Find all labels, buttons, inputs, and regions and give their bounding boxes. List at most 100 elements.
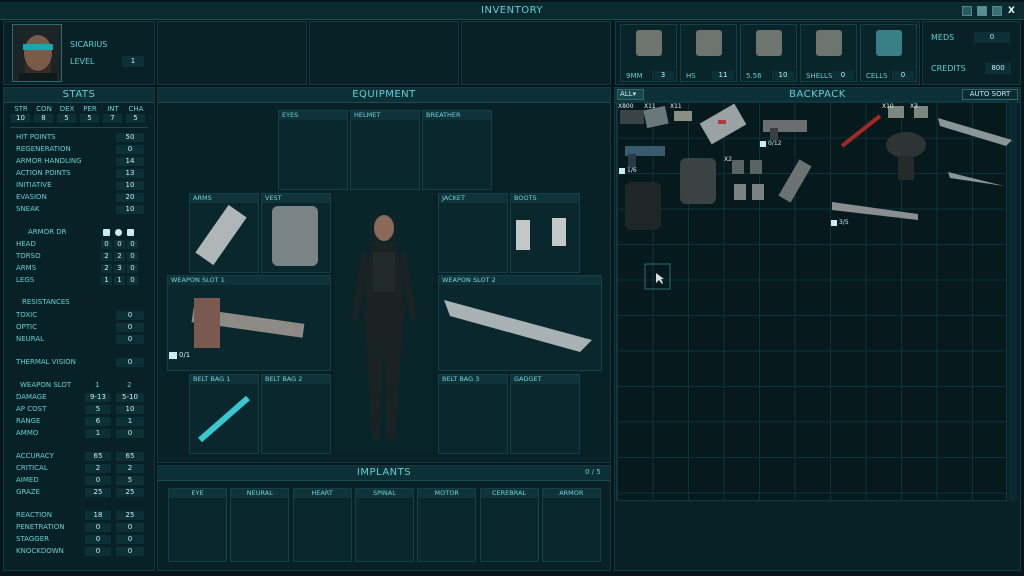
- backpack-grid[interactable]: [616, 101, 1007, 501]
- close-button[interactable]: X: [1006, 5, 1017, 17]
- quick-panel-1: [157, 21, 307, 85]
- window-title: INVENTORY: [481, 5, 543, 16]
- equip-slot-belt1[interactable]: BELT BAG 1: [189, 374, 259, 454]
- implant-slot-spinal[interactable]: SPINAL: [354, 488, 414, 562]
- notes-icon[interactable]: [962, 6, 972, 16]
- fire-dr-icon: [115, 229, 122, 236]
- equip-slot-belt1-label: BELT BAG 1: [190, 375, 258, 384]
- stat-range-slot2: 1: [116, 417, 144, 426]
- backpack-lower-area: [616, 502, 1016, 568]
- armor-dr-arms-1: 3: [114, 264, 125, 273]
- stack-badge-x2: X2: [724, 156, 732, 163]
- ammo-indicator-icon-revolver: [619, 168, 625, 174]
- attr-label-str: STR: [14, 105, 28, 113]
- resist-neural-label: NEURAL: [16, 335, 45, 343]
- equip-slot-arms-label: ARMS: [190, 194, 258, 203]
- equip-slot-breather-label: BREATHER: [423, 111, 491, 120]
- thermal-vision-value: 0: [116, 358, 144, 367]
- stat-knockdown-label: KNOCKDOWN: [16, 547, 64, 555]
- map-icon[interactable]: [977, 6, 987, 16]
- implant-slot-motor-label: MOTOR: [418, 489, 476, 498]
- chat-icon[interactable]: [992, 6, 1002, 16]
- chevron-down-icon: ▾: [632, 90, 637, 98]
- thermal-vision-label: THERMAL VISION: [16, 358, 76, 366]
- stat-ap-cost-slot1: 5: [85, 405, 111, 414]
- resist-optic-label: OPTIC: [16, 323, 37, 331]
- implant-slot-spinal-label: SPINAL: [355, 489, 413, 498]
- ammo-count-1: 11: [712, 71, 734, 80]
- equip-slot-eyes[interactable]: EYES: [278, 110, 348, 190]
- weapon1-ammo-icon: [169, 352, 177, 359]
- stats-title: STATS: [4, 88, 154, 103]
- stat-critical-label: CRITICAL: [16, 464, 48, 472]
- implant-slot-armor[interactable]: ARMOR: [541, 488, 601, 562]
- implant-slot-armor-label: ARMOR: [542, 489, 600, 498]
- resist-optic-value: 0: [116, 323, 144, 332]
- meds-label: MEDS: [931, 33, 955, 42]
- stat-armor-handling-value: 14: [116, 157, 144, 166]
- implant-slot-heart[interactable]: HEART: [292, 488, 352, 562]
- equip-slot-belt2[interactable]: BELT BAG 2: [261, 374, 331, 454]
- armor-dr-label: ARMOR DR: [28, 228, 67, 236]
- armor-dr-head-0: 0: [101, 240, 112, 249]
- attr-value-int: 7: [103, 114, 122, 123]
- stack-badge-x3: X3: [910, 103, 918, 110]
- equip-slot-helmet[interactable]: HELMET: [350, 110, 420, 190]
- stat-reaction-label: REACTION: [16, 511, 52, 519]
- stat-damage-slot1: 9-13: [85, 393, 111, 402]
- attr-label-cha: CHA: [128, 105, 144, 113]
- implant-slot-eye-label: EYE: [169, 489, 226, 498]
- armor-dr-legs-2: 0: [127, 276, 138, 285]
- backpack-filter-dropdown[interactable]: ALL▾: [617, 89, 644, 100]
- equip-slot-jacket[interactable]: JACKET: [438, 193, 508, 273]
- character-model-area: [335, 190, 433, 452]
- armor-dr-legs-label: LEGS: [16, 276, 35, 284]
- shock-dr-icon: [127, 229, 134, 236]
- implant-slot-neural[interactable]: NEURAL: [230, 488, 290, 562]
- backpack-scrollbar[interactable]: [1009, 101, 1017, 501]
- attr-label-per: PER: [83, 105, 97, 113]
- quick-panel-2: [309, 21, 459, 85]
- equip-slot-weapon1[interactable]: WEAPON SLOT 1: [167, 275, 331, 371]
- equip-slot-boots[interactable]: BOOTS: [510, 193, 580, 273]
- ammo-count-3: 0: [832, 71, 854, 80]
- stat-accuracy-slot1: 65: [85, 452, 111, 461]
- implants-count: 0 / 5: [585, 468, 601, 476]
- equip-slot-belt3-label: BELT BAG 3: [439, 375, 507, 384]
- stat-ammo-label: AMMO: [16, 429, 39, 437]
- equip-slot-belt2-label: BELT BAG 2: [262, 375, 330, 384]
- armor-dr-head-2: 0: [127, 240, 138, 249]
- auto-sort-button[interactable]: AUTO SORT: [962, 89, 1018, 100]
- implant-slot-cerebral[interactable]: CEREBRAL: [479, 488, 539, 562]
- equip-slot-belt3[interactable]: BELT BAG 3: [438, 374, 508, 454]
- ammo-label-2: 5.56: [746, 72, 762, 80]
- character-portrait: [12, 24, 62, 82]
- stat-hit-points-label: HIT POINTS: [16, 133, 56, 141]
- stack-badge-x800: X800: [618, 103, 634, 110]
- stat-accuracy-slot2: 65: [116, 452, 144, 461]
- ammo-label-3: SHELLS: [806, 72, 833, 80]
- stat-damage-slot2: 5-10: [116, 393, 144, 402]
- level-label: LEVEL: [70, 57, 95, 66]
- equip-slot-breather[interactable]: BREATHER: [422, 110, 492, 190]
- ammo-indicator-icon-shotgun: [831, 220, 837, 226]
- equip-slot-vest[interactable]: VEST: [261, 193, 331, 273]
- stat-reaction-slot1: 18: [85, 511, 111, 520]
- attr-label-int: INT: [107, 105, 119, 113]
- armor-dr-torso-label: TORSO: [16, 252, 41, 260]
- stat-graze-slot1: 25: [85, 488, 111, 497]
- stat-action-points-value: 13: [116, 169, 144, 178]
- armor-dr-legs-0: 1: [101, 276, 112, 285]
- ammo-count-2: 10: [772, 71, 794, 80]
- implant-slot-motor[interactable]: MOTOR: [417, 488, 477, 562]
- stat-armor-handling-label: ARMOR HANDLING: [16, 157, 82, 165]
- stat-ammo-slot1: 1: [85, 429, 111, 438]
- attr-value-per: 5: [80, 114, 99, 123]
- equip-slot-arms[interactable]: ARMS: [189, 193, 259, 273]
- equip-slot-gadget[interactable]: GADGET: [510, 374, 580, 454]
- weapon-slot-col-2: 2: [127, 381, 132, 389]
- resist-toxic-label: TOXIC: [16, 311, 38, 319]
- stat-regeneration-value: 0: [116, 145, 144, 154]
- equip-slot-weapon2[interactable]: WEAPON SLOT 2: [438, 275, 602, 371]
- implant-slot-eye[interactable]: EYE: [168, 488, 227, 562]
